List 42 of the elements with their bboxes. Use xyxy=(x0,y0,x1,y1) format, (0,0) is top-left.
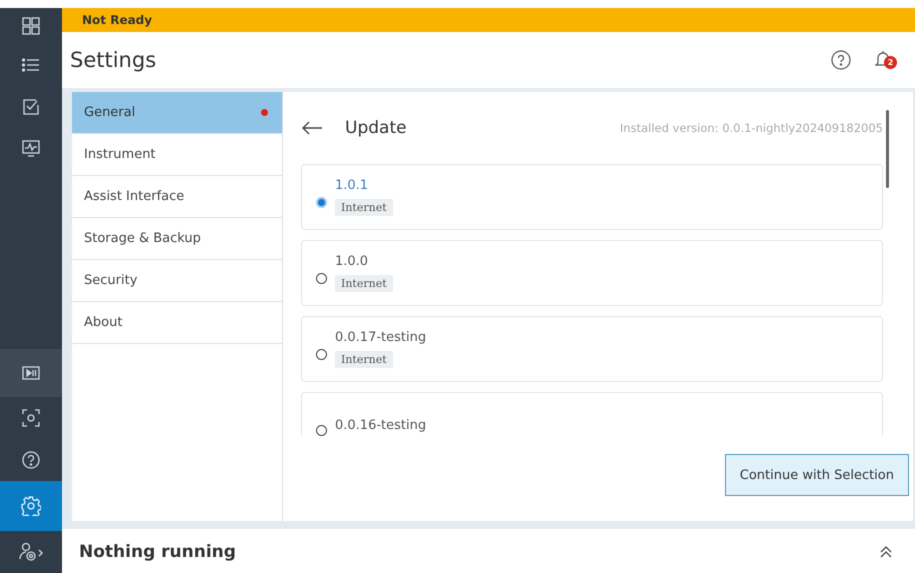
version-label: 0.0.16-testing xyxy=(335,418,426,432)
monitor-icon xyxy=(22,140,40,158)
checklist-icon xyxy=(23,99,39,115)
version-label: 0.0.17-testing xyxy=(335,330,426,345)
installed-version: Installed version: 0.0.1-nightly202409182005 xyxy=(620,121,883,135)
version-option[interactable]: 1.0.0 Internet xyxy=(301,240,883,306)
source-tag: Internet xyxy=(335,199,393,216)
help-icon xyxy=(22,451,40,469)
status-banner: Not Ready xyxy=(62,8,915,32)
list-icon xyxy=(22,58,40,72)
menu-item[interactable]: Instrument xyxy=(72,134,282,176)
version-label: 1.0.0 xyxy=(335,254,368,269)
play-pause-icon xyxy=(22,366,40,380)
menu-item[interactable]: Storage & Backup xyxy=(72,218,282,260)
notification-badge: 2 xyxy=(884,56,897,69)
source-tag: Internet xyxy=(335,275,393,292)
menu-item[interactable]: General xyxy=(72,92,282,134)
expand-icon[interactable] xyxy=(879,544,893,558)
radio-button[interactable] xyxy=(316,348,327,360)
section-title: Update xyxy=(345,118,407,138)
focus-icon xyxy=(22,409,40,427)
radio-button[interactable] xyxy=(316,272,327,284)
dashboard-icon xyxy=(22,17,40,35)
menu-item[interactable]: Assist Interface xyxy=(72,176,282,218)
continue-button[interactable]: Continue with Selection xyxy=(724,454,909,496)
bell-icon xyxy=(875,50,891,68)
help-icon[interactable] xyxy=(831,50,851,70)
menu-item[interactable]: About xyxy=(72,302,282,344)
version-label: 1.0.1 xyxy=(335,178,368,193)
run-status: Nothing running xyxy=(79,542,236,562)
back-arrow-icon[interactable] xyxy=(301,121,323,135)
settings-icon xyxy=(21,496,41,516)
menu-item[interactable]: Security xyxy=(72,260,282,302)
rail-button[interactable] xyxy=(0,481,62,531)
version-option[interactable]: 1.0.1 Internet xyxy=(301,164,883,230)
user-settings-icon xyxy=(19,542,43,562)
radio-button[interactable] xyxy=(316,424,327,436)
source-tag: Internet xyxy=(335,351,393,368)
notification-button[interactable]: 2 xyxy=(875,50,899,70)
version-option[interactable]: 0.0.17-testing Internet xyxy=(301,316,883,382)
rail-button[interactable] xyxy=(0,349,62,397)
page-title: Settings xyxy=(70,48,158,72)
